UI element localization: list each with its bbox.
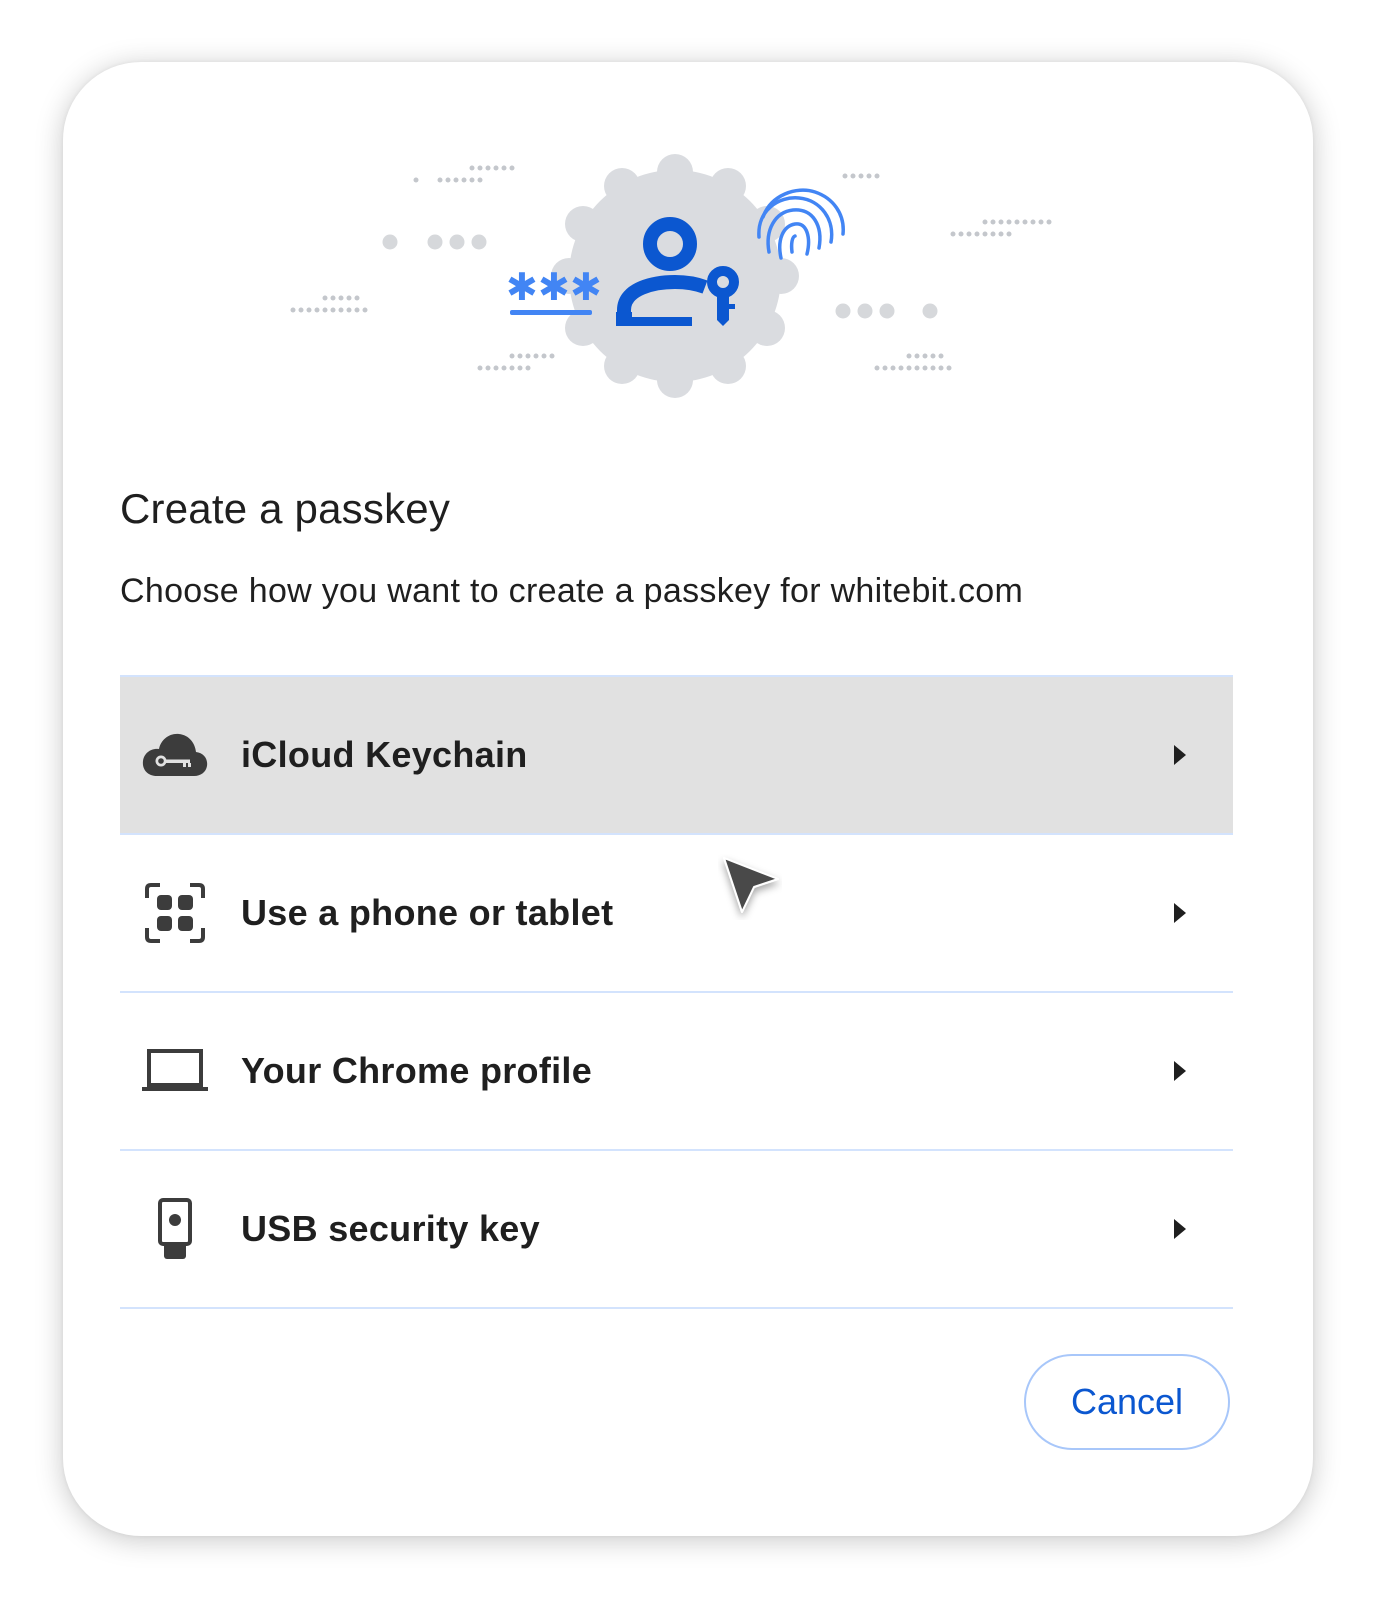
usb-key-icon [140, 1194, 210, 1264]
svg-text:✱: ✱ [570, 265, 602, 309]
option-label: Use a phone or tablet [241, 892, 614, 933]
option-label: USB security key [241, 1208, 540, 1249]
chevron-right-icon [1174, 745, 1186, 765]
chevron-right-icon [1174, 903, 1186, 923]
password-mask: ✱ ✱ ✱ [506, 265, 602, 315]
option-label: Your Chrome profile [241, 1050, 593, 1091]
svg-text:✱: ✱ [538, 265, 570, 309]
passkey-options-list: iCloud Keychain Use a phone or tablet Yo… [120, 675, 1233, 1309]
qr-code-icon [140, 878, 210, 948]
option-icloud-keychain[interactable]: iCloud Keychain [120, 677, 1233, 835]
dialog-title: Create a passkey [120, 485, 451, 532]
chevron-right-icon [1174, 1061, 1186, 1081]
option-phone-or-tablet[interactable]: Use a phone or tablet [120, 835, 1233, 993]
dialog-subtitle: Choose how you want to create a passkey … [120, 572, 1024, 610]
option-usb-security-key[interactable]: USB security key [120, 1151, 1233, 1309]
laptop-icon [140, 1036, 210, 1106]
cancel-button[interactable]: Cancel [1024, 1354, 1230, 1450]
cloud-key-icon [140, 720, 210, 790]
chevron-right-icon [1174, 1219, 1186, 1239]
passkey-illustration: ✱ ✱ ✱ [290, 154, 1052, 398]
option-chrome-profile[interactable]: Your Chrome profile [120, 993, 1233, 1151]
option-label: iCloud Keychain [241, 734, 528, 775]
svg-text:✱: ✱ [506, 265, 538, 309]
passkey-dialog: ✱ ✱ ✱ Create a passkey Choose how you wa… [63, 62, 1313, 1536]
mouse-pointer-icon [723, 857, 779, 913]
